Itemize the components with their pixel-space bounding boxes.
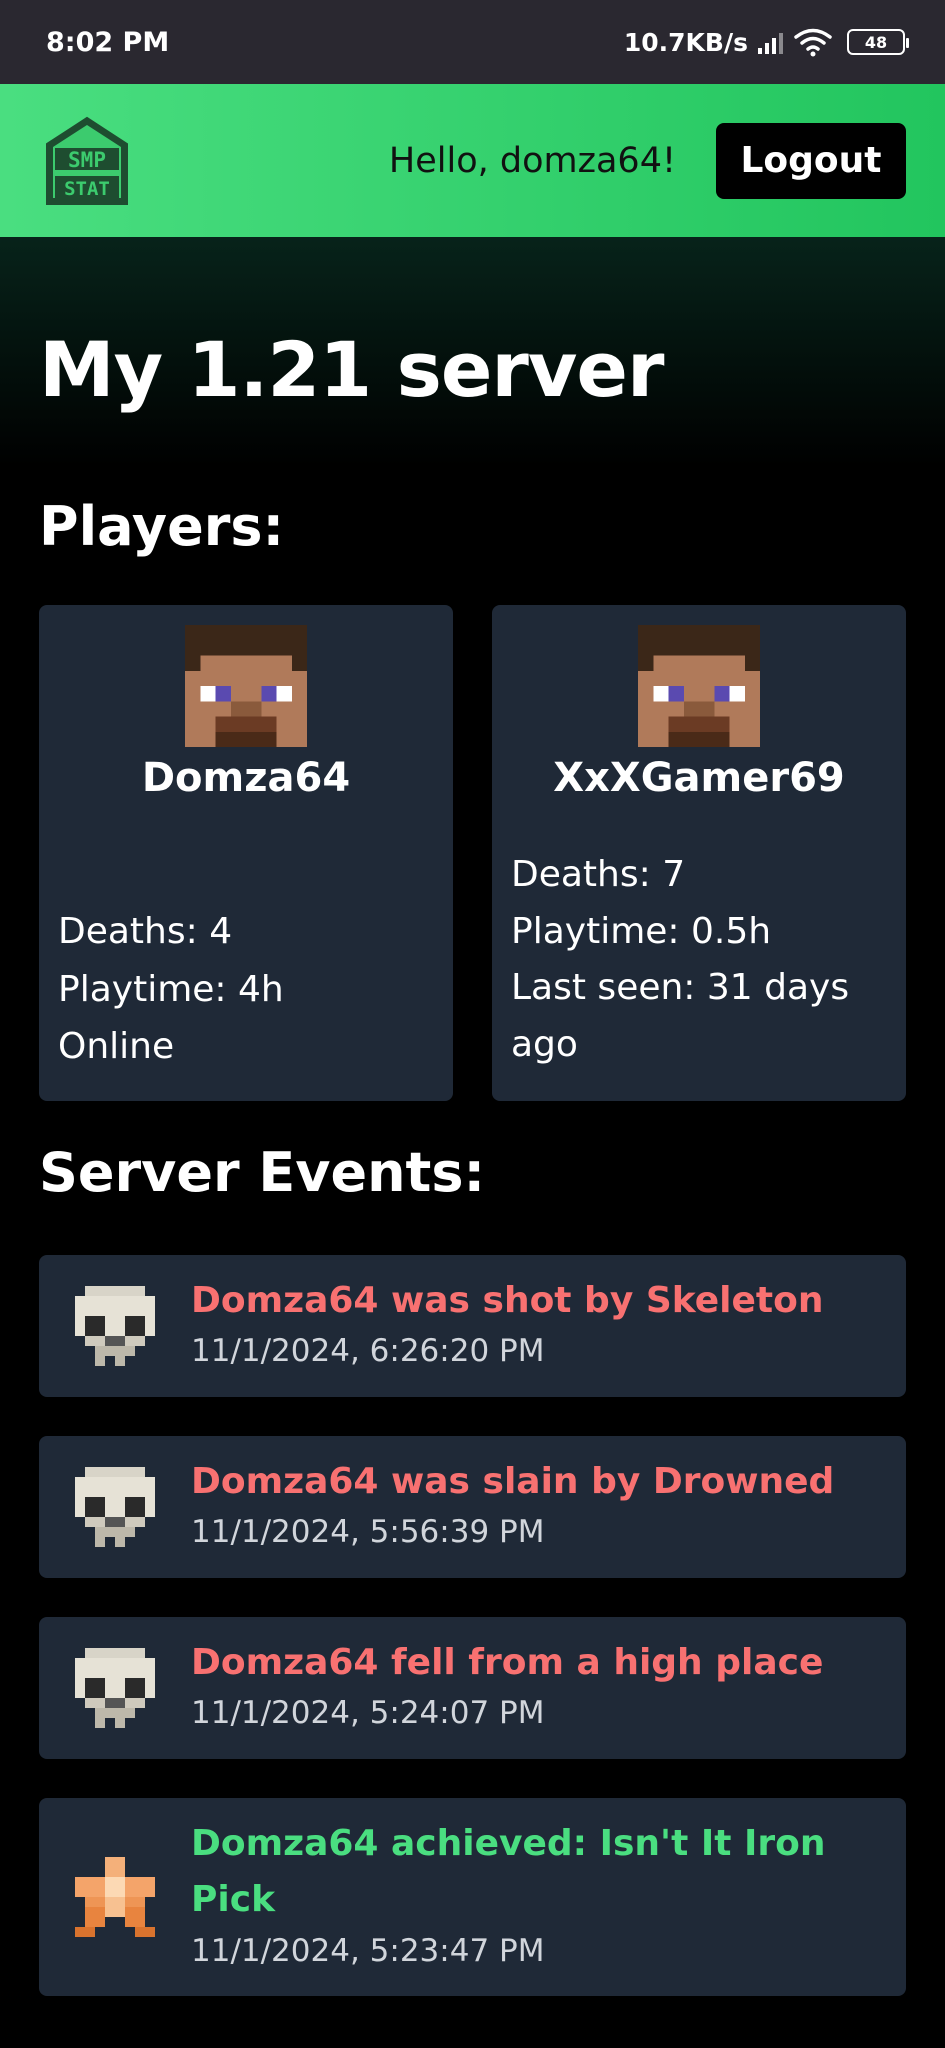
- player-name: Domza64: [141, 755, 351, 801]
- event-text: Domza64 was shot by Skeleton: [191, 1280, 824, 1321]
- player-deaths: Deaths: 7: [511, 854, 685, 895]
- status-bar: 8:02 PM 10.7KB/s 48: [0, 0, 945, 84]
- svg-text:STAT: STAT: [64, 178, 110, 200]
- playtime-value: 0.5h: [691, 911, 772, 952]
- player-card[interactable]: Domza64 Deaths: 4 Playtime: 4h Online: [39, 605, 453, 1101]
- player-last-seen: Last seen: 31 days ago: [511, 959, 891, 1073]
- deaths-label: Deaths:: [511, 854, 651, 895]
- playtime-value: 4h: [238, 969, 284, 1010]
- main-content: My 1.21 server Players: Domza64 Deaths: …: [0, 237, 945, 2048]
- event-time: 11/1/2024, 5:23:47 PM: [191, 1933, 545, 1969]
- svg-text:SMP: SMP: [68, 148, 106, 172]
- page-title: My 1.21 server: [39, 325, 664, 414]
- player-status: Online: [58, 1026, 175, 1067]
- last-seen-label: Last seen:: [511, 967, 696, 1008]
- status-time: 8:02 PM: [46, 26, 170, 58]
- playtime-label: Playtime:: [511, 911, 680, 952]
- player-avatar-icon: [185, 625, 307, 747]
- event-item[interactable]: Domza64 achieved: Isn't It Iron Pick 11/…: [39, 1798, 906, 1996]
- event-text: Domza64 achieved: Isn't It Iron Pick: [191, 1823, 826, 1920]
- event-time: 11/1/2024, 6:26:20 PM: [191, 1333, 545, 1369]
- player-name: XxXGamer69: [553, 755, 845, 801]
- event-time: 11/1/2024, 5:24:07 PM: [191, 1695, 545, 1731]
- deaths-value: 7: [662, 854, 686, 895]
- player-avatar-icon: [638, 625, 760, 747]
- event-text: Domza64 fell from a high place: [191, 1642, 824, 1683]
- event-item[interactable]: Domza64 was shot by Skeleton 11/1/2024, …: [39, 1255, 906, 1397]
- app-header: SMP STAT Hello, domza64! Logout: [0, 84, 945, 237]
- battery-level: 48: [864, 32, 888, 52]
- skull-icon: [75, 1648, 155, 1728]
- battery-icon: 48: [847, 29, 909, 55]
- player-deaths: Deaths: 4: [58, 911, 232, 952]
- player-playtime: Playtime: 4h: [58, 969, 284, 1010]
- status-indicators: 10.7KB/s 48: [623, 27, 909, 57]
- skull-icon: [75, 1286, 155, 1366]
- playtime-label: Playtime:: [58, 969, 227, 1010]
- event-item[interactable]: Domza64 was slain by Drowned 11/1/2024, …: [39, 1436, 906, 1578]
- event-time: 11/1/2024, 5:56:39 PM: [191, 1514, 545, 1550]
- logout-button[interactable]: Logout: [716, 122, 906, 199]
- network-speed: 10.7KB/s: [623, 27, 748, 57]
- player-card[interactable]: XxXGamer69 Deaths: 7 Playtime: 0.5h Last…: [492, 605, 906, 1101]
- players-heading: Players:: [39, 495, 285, 558]
- star-icon: [75, 1857, 155, 1937]
- event-item[interactable]: Domza64 fell from a high place 11/1/2024…: [39, 1617, 906, 1759]
- deaths-value: 4: [209, 911, 233, 952]
- wifi-icon: [794, 28, 832, 57]
- event-text: Domza64 was slain by Drowned: [191, 1461, 835, 1502]
- greeting-text: Hello, domza64!: [388, 140, 676, 181]
- smp-stat-logo[interactable]: SMP STAT: [39, 114, 135, 208]
- deaths-label: Deaths:: [58, 911, 198, 952]
- player-playtime: Playtime: 0.5h: [511, 911, 771, 952]
- skull-icon: [75, 1467, 155, 1547]
- events-heading: Server Events:: [39, 1141, 486, 1204]
- signal-icon: [758, 30, 783, 54]
